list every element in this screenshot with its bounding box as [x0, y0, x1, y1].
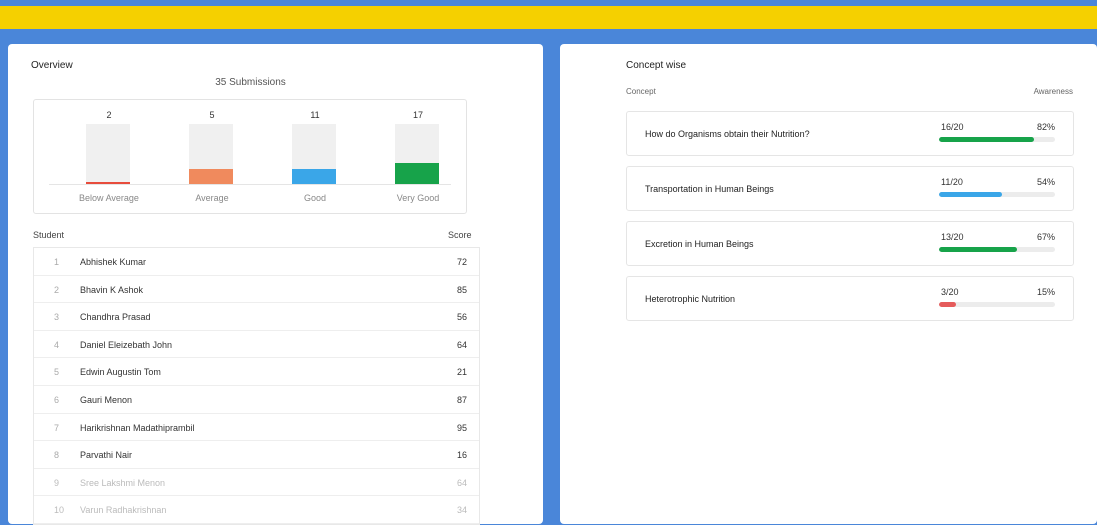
- concept-name: Transportation in Human Beings: [645, 184, 774, 194]
- concept-percent: 54%: [1036, 177, 1055, 187]
- row-number: 2: [54, 284, 60, 295]
- band-count: 17: [412, 110, 423, 120]
- awareness-column-header: Awareness: [1033, 87, 1073, 96]
- concept-fraction: 13/20: [941, 232, 964, 242]
- band-bar: [395, 163, 439, 184]
- concept-title: Concept wise: [626, 60, 687, 71]
- student-score: 16: [456, 450, 467, 461]
- concept-percent: 67%: [1036, 232, 1055, 242]
- band-track: [189, 124, 233, 184]
- score-distribution-chart: 2 Below Average 5 Average 11 Good 17 Ver…: [33, 99, 467, 214]
- student-score: 56: [456, 312, 467, 323]
- student-score: 72: [456, 257, 467, 267]
- row-number: 5: [54, 367, 60, 378]
- concept-name: Excretion in Human Beings: [645, 239, 754, 249]
- row-number: 4: [54, 339, 60, 350]
- concept-fraction: 3/20: [941, 287, 959, 297]
- row-number: 1: [54, 257, 60, 267]
- awareness-bar: [939, 192, 1002, 197]
- top-banner: [0, 6, 1097, 29]
- band-track: [292, 124, 336, 184]
- concept-fraction: 16/20: [941, 122, 964, 132]
- band-label: Below Average: [79, 193, 139, 203]
- awareness-bar-track: [939, 192, 1055, 197]
- student-name: Varun Radhakrishnan: [80, 505, 167, 516]
- band-count: 11: [310, 110, 320, 120]
- student-score: 95: [456, 422, 467, 433]
- student-score: 87: [456, 394, 467, 405]
- concept-column-header: Concept: [626, 87, 656, 96]
- row-number: 6: [54, 394, 60, 405]
- row-number: 9: [54, 477, 60, 488]
- band-bar: [86, 182, 130, 184]
- student-name: Harikrishnan Madathiprambil: [80, 422, 195, 433]
- row-number: 7: [54, 422, 60, 433]
- band-bar: [189, 169, 233, 184]
- band-bar: [292, 169, 336, 184]
- concept-card[interactable]: How do Organisms obtain their Nutrition?…: [626, 111, 1074, 156]
- concept-percent: 15%: [1036, 287, 1055, 297]
- band-label: Very Good: [396, 193, 440, 203]
- band-average: 5 Average: [177, 100, 247, 213]
- score-column-header: Score: [448, 230, 472, 240]
- row-number: 10: [54, 505, 65, 516]
- concept-card[interactable]: Transportation in Human Beings 11/20 54%: [626, 166, 1074, 211]
- table-row[interactable]: 4 Daniel Eleizebath John 64: [34, 331, 479, 359]
- submissions-count: 35 Submissions: [215, 77, 286, 88]
- band-label: Good: [303, 193, 327, 203]
- student-name: Gauri Menon: [80, 394, 133, 405]
- table-row[interactable]: 3 Chandhra Prasad 56: [34, 303, 479, 331]
- table-row[interactable]: 5 Edwin Augustin Tom 21: [34, 358, 479, 386]
- band-below-average: 2 Below Average: [74, 100, 144, 213]
- row-number: 8: [54, 450, 60, 461]
- student-name: Sree Lakshmi Menon: [80, 477, 166, 488]
- student-table: 1 Abhishek Kumar 72 2 Bhavin K Ashok 85 3 Cha…: [33, 247, 480, 525]
- table-row[interactable]: 7 Harikrishnan Madathiprambil 95: [34, 414, 479, 442]
- overview-panel: Overview 35 Submissions 2 Below Average …: [8, 44, 543, 525]
- concept-name: How do Organisms obtain their Nutrition?: [645, 129, 810, 139]
- student-score: 34: [456, 505, 467, 516]
- table-row[interactable]: 9 Sree Lakshmi Menon 64: [34, 469, 479, 497]
- concept-percent: 82%: [1036, 122, 1055, 132]
- overview-title: Overview: [31, 60, 73, 71]
- awareness-bar-track: [939, 247, 1055, 252]
- row-number: 3: [54, 312, 60, 323]
- student-name: Parvathi Nair: [80, 450, 133, 461]
- awareness-bar: [939, 137, 1035, 142]
- table-row[interactable]: 10 Varun Radhakrishnan 34: [34, 496, 479, 524]
- table-row[interactable]: 6 Gauri Menon 87: [34, 386, 479, 414]
- student-score: 64: [456, 339, 467, 350]
- band-good: 11 Good: [280, 100, 350, 213]
- student-score: 85: [456, 284, 467, 295]
- student-score: 64: [456, 477, 467, 488]
- band-count: 5: [209, 110, 215, 120]
- concept-panel: Concept wise Concept Awareness How do Or…: [560, 44, 1097, 524]
- student-name: Bhavin K Ashok: [80, 284, 144, 295]
- band-very-good: 17 Very Good: [383, 100, 453, 213]
- band-label: Average: [195, 193, 229, 203]
- table-row[interactable]: 2 Bhavin K Ashok 85: [34, 276, 479, 304]
- student-name: Chandhra Prasad: [80, 312, 151, 323]
- concept-name: Heterotrophic Nutrition: [645, 294, 736, 304]
- band-count: 2: [106, 110, 112, 120]
- awareness-bar: [939, 247, 1017, 252]
- concept-fraction: 11/20: [941, 177, 963, 187]
- band-track: [395, 124, 439, 184]
- awareness-bar-track: [939, 137, 1055, 142]
- student-score: 21: [456, 367, 467, 378]
- concept-card[interactable]: Heterotrophic Nutrition 3/20 15%: [626, 276, 1074, 321]
- student-name: Daniel Eleizebath John: [80, 339, 173, 350]
- band-track: [86, 124, 130, 184]
- concept-card[interactable]: Excretion in Human Beings 13/20 67%: [626, 221, 1074, 266]
- awareness-bar: [939, 302, 957, 307]
- student-column-header: Student: [33, 230, 65, 240]
- student-name: Edwin Augustin Tom: [80, 367, 161, 378]
- awareness-bar-track: [939, 302, 1055, 307]
- table-row[interactable]: 1 Abhishek Kumar 72: [34, 248, 479, 276]
- student-name: Abhishek Kumar: [80, 257, 147, 267]
- table-row[interactable]: 8 Parvathi Nair 16: [34, 441, 479, 469]
